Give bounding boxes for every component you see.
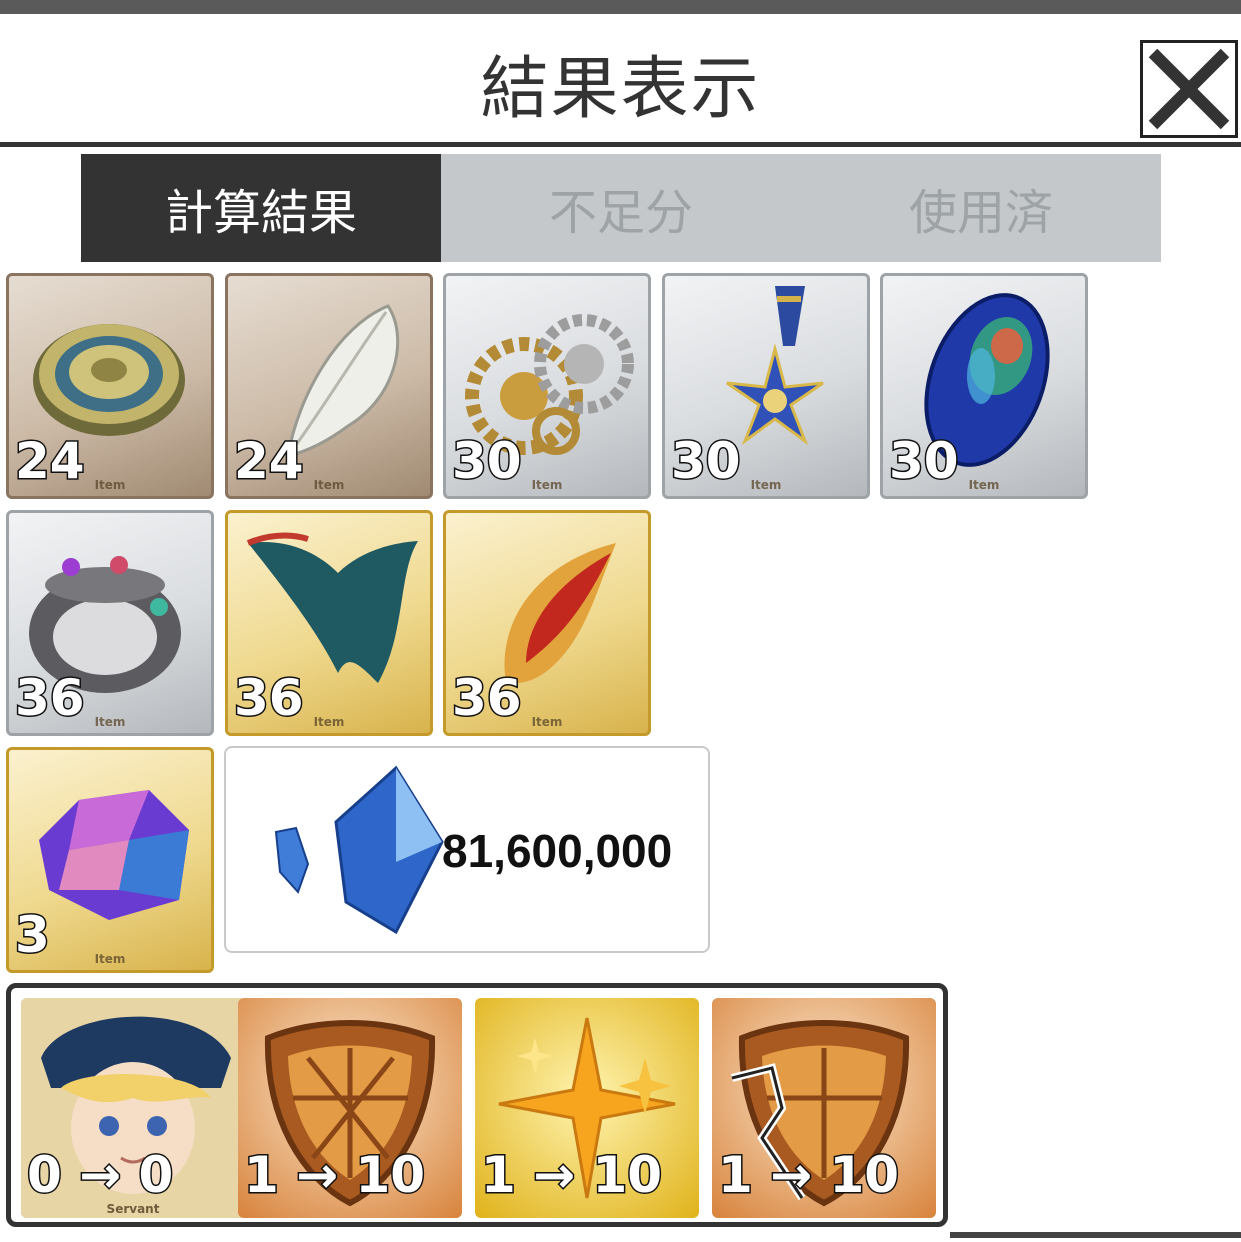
material-item[interactable]: 30 Item (662, 273, 870, 499)
servant-label: Servant (106, 1202, 160, 1216)
skill-level-change: 1 → 10 (242, 1146, 426, 1204)
material-item[interactable]: 30 Item (880, 273, 1088, 499)
skill-card[interactable]: 1 → 10 (475, 998, 699, 1218)
item-label: Item (94, 952, 126, 966)
item-label: Item (531, 478, 563, 492)
item-label: Item (313, 715, 345, 729)
item-label: Item (94, 715, 126, 729)
item-label: Item (968, 478, 1000, 492)
close-icon (1148, 48, 1230, 130)
material-item[interactable]: 30 Item (443, 273, 651, 499)
material-item[interactable]: 36 Item (225, 510, 433, 736)
item-label: Item (94, 478, 126, 492)
servant-card[interactable]: 0 → 0 Servant (21, 998, 245, 1218)
material-item[interactable]: 3 Item (6, 747, 214, 973)
qp-amount: 81,600,000 (442, 825, 673, 877)
qp-crystal-icon (274, 765, 444, 935)
skill-level-change: 1 → 10 (716, 1146, 900, 1204)
material-item[interactable]: 24 Item (6, 273, 214, 499)
item-label: Item (750, 478, 782, 492)
close-button[interactable] (1140, 40, 1238, 138)
qp-card: 81,600,000 (224, 746, 710, 953)
tab-calc-result[interactable]: 計算結果 (81, 154, 441, 262)
material-item[interactable]: 24 Item (225, 273, 433, 499)
tab-bar: 計算結果 不足分 使用済 (81, 154, 1161, 262)
material-item[interactable]: 36 Item (6, 510, 214, 736)
skill-level-change: 1 → 10 (479, 1146, 663, 1204)
bottom-divider (950, 1232, 1241, 1238)
skill-panel: 0 → 0 Servant 1 → 10 1 → 10 1 → 10 (6, 983, 948, 1227)
servant-level-change: 0 → 0 (25, 1146, 174, 1204)
skill-card[interactable]: 1 → 10 (238, 998, 462, 1218)
header-divider (0, 142, 1241, 147)
item-label: Item (313, 478, 345, 492)
top-bar (0, 0, 1241, 14)
page-title: 結果表示 (480, 50, 761, 129)
item-label: Item (531, 715, 563, 729)
tab-used[interactable]: 使用済 (801, 154, 1161, 262)
material-item[interactable]: 36 Item (443, 510, 651, 736)
tab-shortage[interactable]: 不足分 (441, 154, 801, 262)
skill-card[interactable]: 1 → 10 (712, 998, 936, 1218)
